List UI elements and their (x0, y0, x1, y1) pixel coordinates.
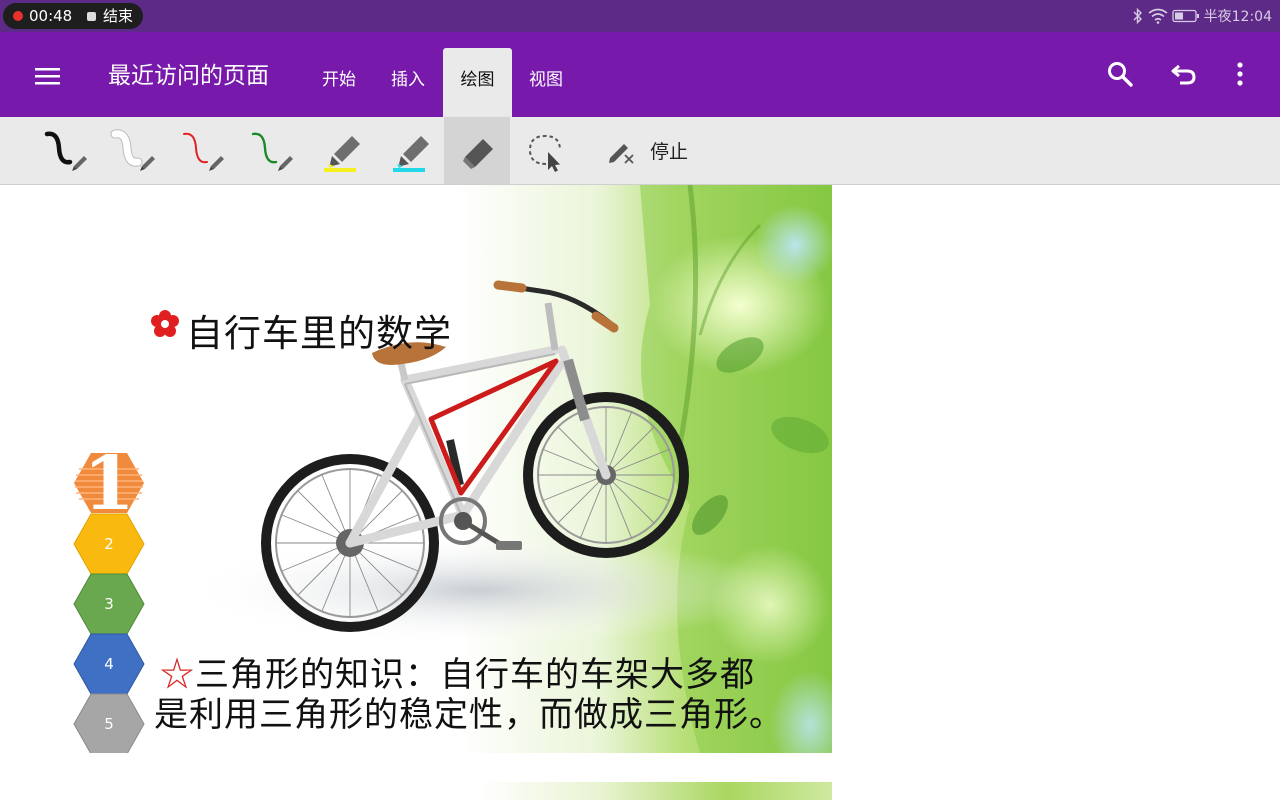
eraser-tool[interactable] (444, 117, 510, 184)
slide-title: 自行车里的数学 (186, 312, 452, 355)
next-slide-image[interactable] (480, 782, 832, 800)
cyan-highlighter-tool[interactable] (375, 117, 441, 184)
page-title[interactable]: 最近访问的页面 (108, 61, 269, 91)
battery-icon (1171, 9, 1199, 23)
clock: 半夜12:04 (1203, 9, 1272, 25)
green-pen-tool[interactable] (236, 117, 302, 184)
white-pen-icon (110, 128, 155, 171)
hex-step-2-label: 2 (104, 535, 114, 553)
black-pen-icon (44, 131, 87, 171)
tab-insert[interactable]: 插入 (377, 48, 439, 117)
eraser-icon (463, 138, 493, 169)
black-pen-tool[interactable] (30, 117, 96, 184)
yellow-highlighter-tool[interactable] (306, 117, 372, 184)
tab-view[interactable]: 视图 (515, 48, 577, 117)
system-icons: 半夜12:04 (1132, 7, 1272, 25)
stop-square-icon (87, 12, 96, 21)
caption-line-2: 是利用三角形的稳定性，而做成三角形。 (154, 695, 784, 735)
hex-step-5-label: 5 (104, 715, 114, 733)
red-pen-icon (183, 132, 224, 171)
green-pen-icon (251, 132, 293, 171)
wifi-icon (1148, 8, 1168, 24)
draw-toolbar: 停止 (0, 117, 1280, 185)
white-pen-tool[interactable] (98, 117, 164, 184)
hex-step-3-label: 3 (104, 595, 114, 613)
more-vert-icon[interactable] (1224, 58, 1256, 90)
stop-pen-icon (609, 143, 634, 164)
red-pen-tool[interactable] (167, 117, 233, 184)
record-dot-icon (13, 11, 23, 21)
cyan-highlighter-icon (393, 135, 429, 172)
yellow-highlighter-icon (324, 135, 360, 172)
flower-bullet-icon (151, 310, 179, 337)
slide-image[interactable]: 自行车里的数学 1 2 3 4 5 ☆三角形的知识：自行车的车架大多都 是利用三… (0, 185, 832, 753)
hex-step-1-label: 1 (83, 441, 135, 527)
tab-start[interactable]: 开始 (308, 48, 370, 117)
lasso-select-icon (528, 134, 561, 172)
recording-time: 00:48 (29, 7, 73, 25)
search-icon[interactable] (1104, 58, 1136, 90)
stop-drawing-button[interactable]: 停止 (606, 117, 688, 184)
status-bar: 00:48 结束 半夜12:04 (0, 0, 1280, 32)
end-recording-label[interactable]: 结束 (103, 8, 133, 24)
bluetooth-icon (1133, 8, 1142, 24)
stop-label: 停止 (650, 141, 689, 163)
app-bar: 最近访问的页面 开始 插入 绘图 视图 (0, 32, 1280, 117)
hamburger-menu-icon[interactable] (34, 64, 62, 88)
hex-step-4-label: 4 (104, 655, 114, 673)
note-canvas[interactable]: 自行车里的数学 1 2 3 4 5 ☆三角形的知识：自行车的车架大多都 是利用三… (0, 185, 1280, 800)
screen-recording-pill[interactable]: 00:48 结束 (3, 3, 143, 29)
tab-draw[interactable]: 绘图 (443, 48, 512, 117)
lasso-select-tool[interactable] (512, 117, 578, 184)
undo-icon[interactable] (1168, 58, 1200, 90)
